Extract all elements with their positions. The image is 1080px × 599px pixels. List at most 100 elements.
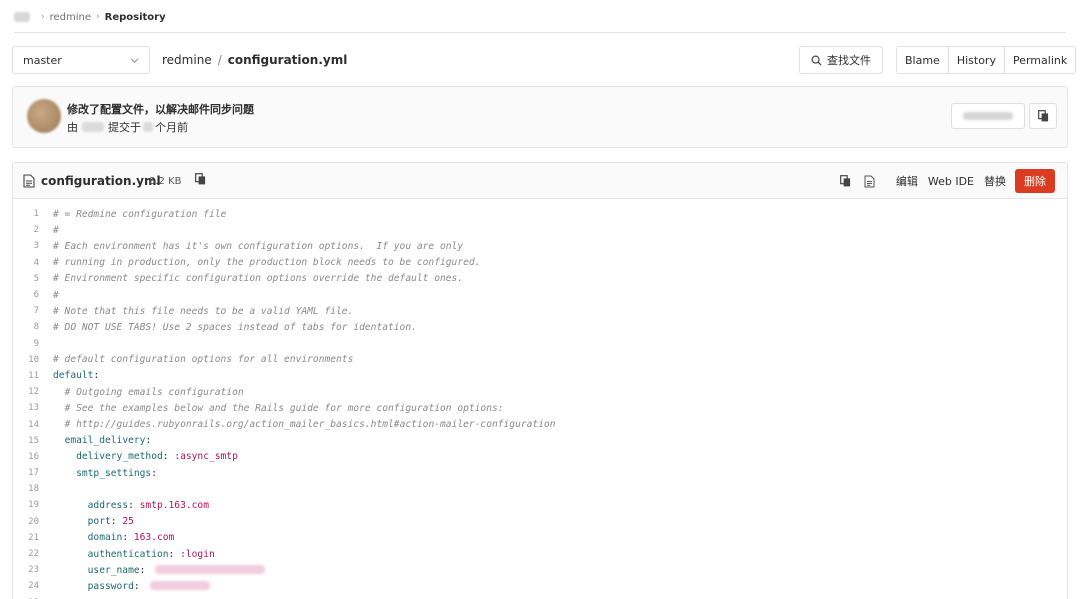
- code-token-plain: :: [122, 532, 134, 544]
- line-number[interactable]: 1: [13, 209, 53, 219]
- code-line: 18: [13, 481, 1067, 497]
- path-separator: /: [217, 53, 222, 67]
- path-file-name[interactable]: configuration.yml: [228, 53, 348, 67]
- last-commit-box: 修改了配置文件，以解决邮件同步问题 由 提交于 个月前: [12, 86, 1068, 148]
- code-token-key: delivery_method: [76, 451, 163, 463]
- commit-author-redacted[interactable]: [82, 122, 104, 132]
- code-token-comment: # = Redmine configuration file: [53, 208, 227, 220]
- code-token-val: 25: [122, 516, 134, 528]
- line-number[interactable]: 17: [13, 468, 53, 478]
- code-line: 5 # Environment specific configuration op…: [13, 271, 1067, 287]
- line-number[interactable]: 16: [13, 452, 53, 462]
- code-line: 15 email_delivery:: [13, 433, 1067, 449]
- delete-button[interactable]: 删除: [1015, 169, 1055, 193]
- code-line: 13 # See the examples below and the Rail…: [13, 400, 1067, 416]
- line-number[interactable]: 3: [13, 241, 53, 251]
- web-ide-button[interactable]: Web IDE: [923, 169, 979, 193]
- blame-button[interactable]: Blame: [897, 47, 949, 73]
- find-file-button[interactable]: 查找文件: [799, 46, 883, 74]
- line-number[interactable]: 6: [13, 290, 53, 300]
- code-token-key: default: [53, 370, 94, 382]
- code-line: 16 delivery_method: :async_smtp: [13, 449, 1067, 465]
- code-token-key: domain: [87, 532, 123, 544]
- code-token-comment: #: [53, 224, 59, 236]
- breadcrumb: › redmine › Repository: [14, 6, 166, 28]
- line-number[interactable]: 8: [13, 322, 53, 332]
- line-number[interactable]: 19: [13, 500, 53, 510]
- code-token-val: 163.com: [133, 532, 175, 544]
- line-number[interactable]: 4: [13, 258, 53, 268]
- file-path: redmine / configuration.yml: [162, 46, 347, 74]
- copy-file-path-button[interactable]: [195, 173, 206, 188]
- find-file-label: 查找文件: [827, 54, 871, 67]
- line-number[interactable]: 24: [13, 581, 53, 591]
- line-number[interactable]: 20: [13, 517, 53, 527]
- code-line: 2 #: [13, 222, 1067, 238]
- edit-button[interactable]: 编辑: [891, 169, 923, 193]
- branch-dropdown[interactable]: master: [12, 46, 150, 74]
- line-number[interactable]: 9: [13, 339, 53, 349]
- code-line: 23 user_name:: [13, 562, 1067, 578]
- code-token-comment: # Note that this file needs to be a vali…: [53, 305, 354, 317]
- line-content: # Note that this file needs to be a vali…: [53, 306, 353, 317]
- code-line: 9: [13, 336, 1067, 352]
- line-number[interactable]: 13: [13, 403, 53, 413]
- copy-icon: [195, 173, 206, 185]
- code-token-plain: :: [93, 370, 100, 382]
- code-token-comment: # See the examples below and the Rails g…: [64, 402, 504, 414]
- namespace-link-redacted[interactable]: [14, 12, 30, 22]
- line-number[interactable]: 22: [13, 549, 53, 559]
- permalink-button[interactable]: Permalink: [1004, 47, 1076, 73]
- code-token-comment: # default configuration options for all …: [53, 354, 354, 366]
- header-divider: [14, 32, 1066, 33]
- breadcrumb-separator: ›: [41, 12, 45, 22]
- code-line: 21 domain: 163.com: [13, 530, 1067, 546]
- line-content: # Each environment has it's own configur…: [53, 241, 463, 252]
- line-number[interactable]: 18: [13, 484, 53, 494]
- line-number[interactable]: 23: [13, 565, 53, 575]
- avatar[interactable]: [27, 99, 61, 133]
- path-project-link[interactable]: redmine: [162, 53, 212, 67]
- line-content: # running in production, only the produc…: [53, 257, 480, 268]
- line-number[interactable]: 10: [13, 355, 53, 365]
- code-line: 8 # DO NOT USE TABS! Use 2 spaces instead…: [13, 319, 1067, 335]
- line-number[interactable]: 11: [13, 371, 53, 381]
- line-number[interactable]: 12: [13, 387, 53, 397]
- breadcrumb-project-link[interactable]: redmine: [50, 12, 91, 23]
- replace-button[interactable]: 替换: [979, 169, 1011, 193]
- commit-time-redacted: [143, 122, 153, 132]
- copy-contents-button[interactable]: [835, 169, 857, 193]
- code-line: 14 # http://guides.rubyonrails.org/actio…: [13, 416, 1067, 432]
- branch-name: master: [23, 53, 62, 67]
- commit-meta-middle: 提交于: [108, 121, 141, 134]
- line-number[interactable]: 5: [13, 274, 53, 284]
- line-content: # DO NOT USE TABS! Use 2 spaces instead …: [53, 322, 417, 333]
- line-number[interactable]: 15: [13, 436, 53, 446]
- line-content: # http://guides.rubyonrails.org/action_m…: [53, 419, 556, 430]
- chevron-down-icon: [130, 58, 139, 64]
- code-token-comment: # http://guides.rubyonrails.org/action_m…: [64, 419, 556, 431]
- line-content: # default configuration options for all …: [53, 354, 353, 365]
- line-content: user_name:: [53, 565, 266, 576]
- line-number[interactable]: 14: [13, 420, 53, 430]
- open-raw-button[interactable]: [859, 169, 881, 193]
- line-content: address: smtp.163.com: [53, 500, 209, 511]
- code-token-plain: :: [110, 516, 123, 528]
- line-number[interactable]: 2: [13, 225, 53, 235]
- commit-title[interactable]: 修改了配置文件，以解决邮件同步问题: [67, 101, 254, 117]
- copy-sha-button[interactable]: [1029, 103, 1057, 129]
- file-viewer: configuration.yml 8.2 KB 编辑 Web IDE 替换 删…: [12, 162, 1068, 599]
- file-icon: [23, 174, 35, 188]
- code-token-val: smtp.163.com: [139, 499, 209, 511]
- history-button[interactable]: History: [948, 47, 1005, 73]
- code-token-plain: :: [128, 499, 140, 511]
- line-number[interactable]: 21: [13, 533, 53, 543]
- line-content: smtp_settings:: [53, 468, 157, 479]
- line-number[interactable]: 7: [13, 306, 53, 316]
- commit-sha-button[interactable]: [951, 103, 1025, 129]
- code-token-key: port: [87, 516, 111, 528]
- breadcrumb-current[interactable]: Repository: [105, 12, 166, 23]
